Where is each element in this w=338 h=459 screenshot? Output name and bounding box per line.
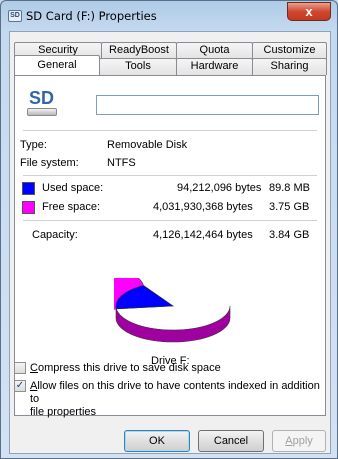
compress-checkbox-label[interactable]: Compress this drive to save disk space xyxy=(30,362,221,375)
free-space-bytes: 4,031,930,368 bytes xyxy=(153,201,253,213)
title-bar[interactable]: SD SD Card (F:) Properties x xyxy=(1,1,337,31)
type-value: Removable Disk xyxy=(107,139,188,151)
sd-card-icon: SD xyxy=(8,10,22,22)
ok-button[interactable]: OK xyxy=(124,430,190,452)
dialog-client-area: Security ReadyBoost Quota Customize Gene… xyxy=(9,31,331,454)
close-button[interactable]: x xyxy=(287,2,331,21)
compress-checkbox[interactable] xyxy=(14,362,26,374)
divider xyxy=(23,130,317,131)
sd-drive-icon: SD xyxy=(27,88,57,118)
divider xyxy=(23,220,317,221)
free-space-size: 3.75 GB xyxy=(269,201,310,213)
file-system-label: File system: xyxy=(20,157,79,169)
drive-name-input[interactable] xyxy=(96,95,319,115)
tab-readyboost[interactable]: ReadyBoost xyxy=(101,42,177,59)
used-space-label: Used space: xyxy=(42,182,104,194)
tab-sharing[interactable]: Sharing xyxy=(252,58,327,75)
properties-window: SD SD Card (F:) Properties x Security Re… xyxy=(0,0,338,459)
free-space-swatch xyxy=(22,201,35,214)
pie-free-side xyxy=(115,305,231,343)
used-space-size: 89.8 MB xyxy=(269,182,310,194)
index-checkbox[interactable]: ✓ xyxy=(14,380,26,392)
capacity-label: Capacity: xyxy=(32,229,78,241)
used-space-bytes: 94,212,096 bytes xyxy=(177,182,262,194)
tab-customize[interactable]: Customize xyxy=(252,42,327,59)
tab-general[interactable]: General xyxy=(14,55,100,75)
free-space-label: Free space: xyxy=(42,201,101,213)
file-system-value: NTFS xyxy=(107,157,136,169)
divider xyxy=(23,175,317,176)
used-space-swatch xyxy=(22,182,35,195)
tab-quota[interactable]: Quota xyxy=(176,42,253,59)
capacity-bytes: 4,126,142,464 bytes xyxy=(153,229,253,241)
capacity-size: 3.84 GB xyxy=(269,229,310,241)
window-title: SD Card (F:) Properties xyxy=(26,9,157,23)
tab-hardware[interactable]: Hardware xyxy=(176,58,253,75)
drive-icon-text: SD xyxy=(29,88,55,108)
tab-row-bottom: General Tools Hardware Sharing xyxy=(14,55,327,75)
disk-usage-pie-chart xyxy=(114,278,231,343)
index-checkbox-label[interactable]: Allow files on this drive to have conten… xyxy=(30,380,328,419)
apply-button[interactable]: Apply xyxy=(272,430,326,452)
tab-tools[interactable]: Tools xyxy=(99,58,177,75)
cancel-button[interactable]: Cancel xyxy=(198,430,264,452)
type-label: Type: xyxy=(20,139,47,151)
